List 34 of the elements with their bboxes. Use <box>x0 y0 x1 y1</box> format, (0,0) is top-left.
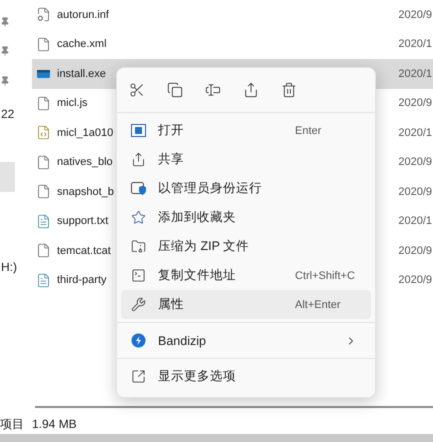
menu-item-label: Bandizip <box>158 334 206 348</box>
menu-item-label: 打开 <box>158 122 184 139</box>
file-date: 2020/9 <box>398 8 433 21</box>
menu-item-label: 显示更多选项 <box>158 368 236 385</box>
menu-item-label: 属性 <box>158 296 184 313</box>
shortcut-text: Alt+Enter <box>295 298 342 310</box>
item-count: 项目 <box>0 416 24 432</box>
file-name: cache.xml <box>57 38 107 50</box>
file-name: natives_blo <box>57 156 113 168</box>
file-name: install.exe <box>57 68 106 80</box>
file-name: temcat.tcat <box>57 244 111 257</box>
file-date: 2020/9 <box>398 156 433 168</box>
file-date: 2020/9 <box>398 244 433 257</box>
file-name: autorun.inf <box>57 8 109 21</box>
menu-item-label: 共享 <box>158 151 184 168</box>
total-size: 1.94 MB <box>32 417 77 431</box>
file-date: 2020/1 <box>398 38 433 50</box>
file-name: support.txt <box>57 215 108 228</box>
shortcut-text: Enter <box>295 124 322 136</box>
file-name: micl.js <box>57 97 88 110</box>
file-date: 2020/9 <box>398 186 433 198</box>
file-date: 2020/1 <box>398 215 433 228</box>
menu-item-label: 以管理员身份运行 <box>158 180 262 197</box>
file-date: 2020/9 <box>398 97 433 110</box>
shortcut-text: Ctrl+Shift+C <box>295 270 356 282</box>
file-name: micl_1a010 <box>57 126 114 139</box>
menu-item-label: 添加到收藏夹 <box>158 209 236 226</box>
file-date: 2020/1 <box>398 126 433 139</box>
file-name: third-party <box>57 274 107 286</box>
file-date: 2020/9 <box>398 274 433 286</box>
menu-item-label: 压缩为 ZIP 文件 <box>158 238 250 255</box>
file-name: snapshot_b <box>57 186 114 198</box>
menu-item-label: 复制文件地址 <box>158 267 236 284</box>
file-date: 2020/1 <box>398 68 433 80</box>
